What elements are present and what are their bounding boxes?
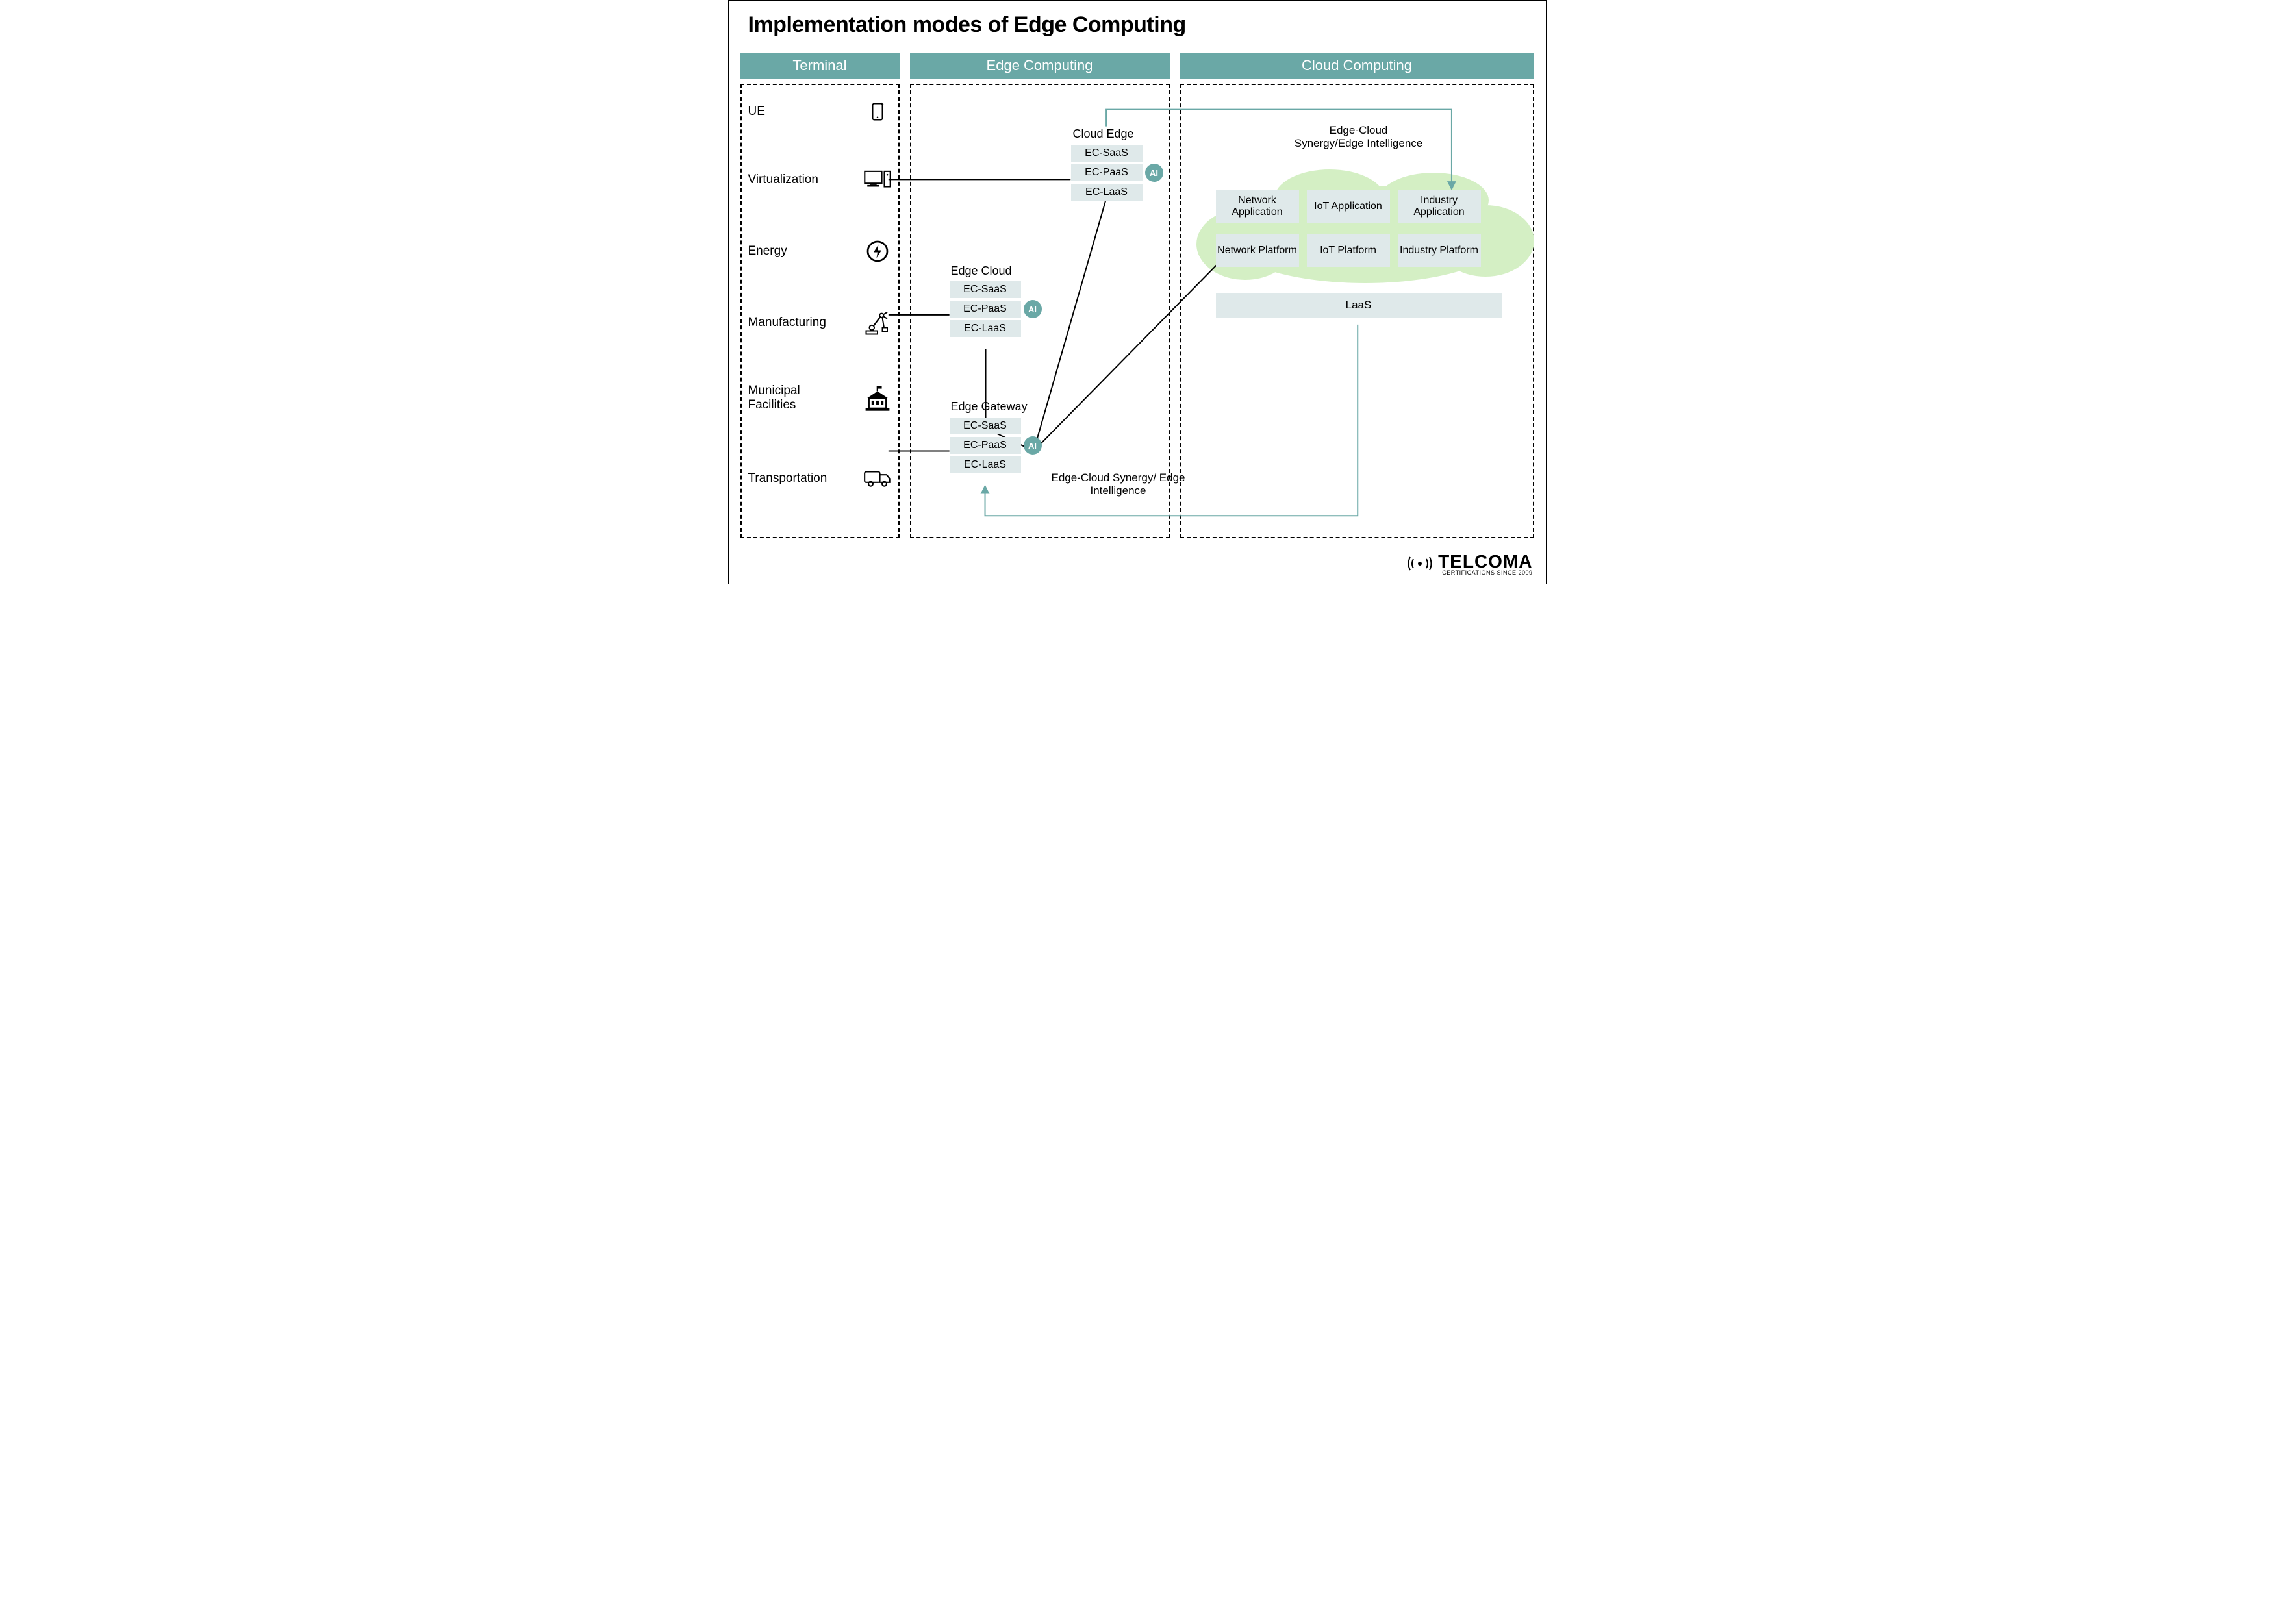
cloud-box-industry-application: Industry Application bbox=[1398, 190, 1481, 223]
edge-cloud-stack: EC-SaaS EC-PaaS EC-LaaS bbox=[950, 281, 1021, 340]
arrow-label-top: Edge-Cloud Synergy/Edge Intelligence bbox=[1294, 124, 1424, 151]
arrow-label-bottom: Edge-Cloud Synergy/ Edge Intelligence bbox=[1047, 471, 1190, 498]
terminal-label: Transportation bbox=[748, 471, 827, 486]
truck-icon bbox=[864, 465, 891, 492]
cloud-edge-title: Cloud Edge bbox=[1073, 127, 1134, 141]
terminal-item-ue: UE bbox=[748, 98, 891, 125]
chip-ec-saas: EC-SaaS bbox=[1071, 145, 1143, 162]
col-header-cloud: Cloud Computing bbox=[1180, 53, 1534, 79]
cloud-box-iot-platform: IoT Platform bbox=[1307, 234, 1390, 267]
signal-icon bbox=[1407, 554, 1433, 573]
terminal-label: Manufacturing bbox=[748, 316, 826, 330]
terminal-item-energy: Energy bbox=[748, 238, 891, 265]
cloud-box-network-platform: Network Platform bbox=[1216, 234, 1299, 267]
terminal-label: UE bbox=[748, 105, 765, 119]
terminal-item-virtualization: Virtualization bbox=[748, 166, 891, 194]
brand-sub: CERTIFICATIONS SINCE 2009 bbox=[1438, 569, 1532, 576]
chip-ec-laas: EC-LaaS bbox=[1071, 184, 1143, 201]
cloud-edge-stack: EC-SaaS EC-PaaS EC-LaaS bbox=[1071, 145, 1143, 203]
brand-logo: TELCOMA CERTIFICATIONS SINCE 2009 bbox=[1407, 551, 1532, 576]
chip-ec-saas: EC-SaaS bbox=[950, 281, 1021, 298]
col-header-edge: Edge Computing bbox=[910, 53, 1170, 79]
edge-gateway-stack: EC-SaaS EC-PaaS EC-LaaS bbox=[950, 418, 1021, 476]
cloud-box-industry-platform: Industry Platform bbox=[1398, 234, 1481, 267]
robot-arm-icon bbox=[864, 309, 891, 336]
cloud-box-iot-application: IoT Application bbox=[1307, 190, 1390, 223]
terminal-label: Virtualization bbox=[748, 173, 818, 187]
terminal-item-municipal: Municipal Facilities bbox=[748, 384, 891, 412]
chip-ec-paas: EC-PaaS bbox=[1071, 164, 1143, 181]
col-header-terminal: Terminal bbox=[740, 53, 900, 79]
ai-badge: AI bbox=[1024, 300, 1042, 318]
edge-cloud-title: Edge Cloud bbox=[951, 264, 1012, 278]
desktop-icon bbox=[864, 166, 891, 194]
chip-ec-paas: EC-PaaS bbox=[950, 301, 1021, 318]
bolt-icon bbox=[864, 238, 891, 265]
phone-icon bbox=[864, 98, 891, 125]
chip-ec-laas: EC-LaaS bbox=[950, 456, 1021, 473]
chip-ec-saas: EC-SaaS bbox=[950, 418, 1021, 434]
edge-gateway-title: Edge Gateway bbox=[951, 400, 1028, 414]
terminal-item-manufacturing: Manufacturing bbox=[748, 309, 891, 336]
cloud-box-network-application: Network Application bbox=[1216, 190, 1299, 223]
terminal-label: Energy bbox=[748, 244, 787, 258]
page-title: Implementation modes of Edge Computing bbox=[748, 12, 1186, 38]
cloud-laas-bar: LaaS bbox=[1216, 293, 1502, 318]
chip-ec-laas: EC-LaaS bbox=[950, 320, 1021, 337]
cloud-blob bbox=[1196, 169, 1528, 286]
terminal-label: Municipal Facilities bbox=[748, 384, 826, 412]
building-icon bbox=[864, 384, 891, 412]
ai-badge: AI bbox=[1024, 436, 1042, 455]
chip-ec-paas: EC-PaaS bbox=[950, 437, 1021, 454]
terminal-item-transportation: Transportation bbox=[748, 465, 891, 492]
ai-badge: AI bbox=[1145, 164, 1163, 182]
